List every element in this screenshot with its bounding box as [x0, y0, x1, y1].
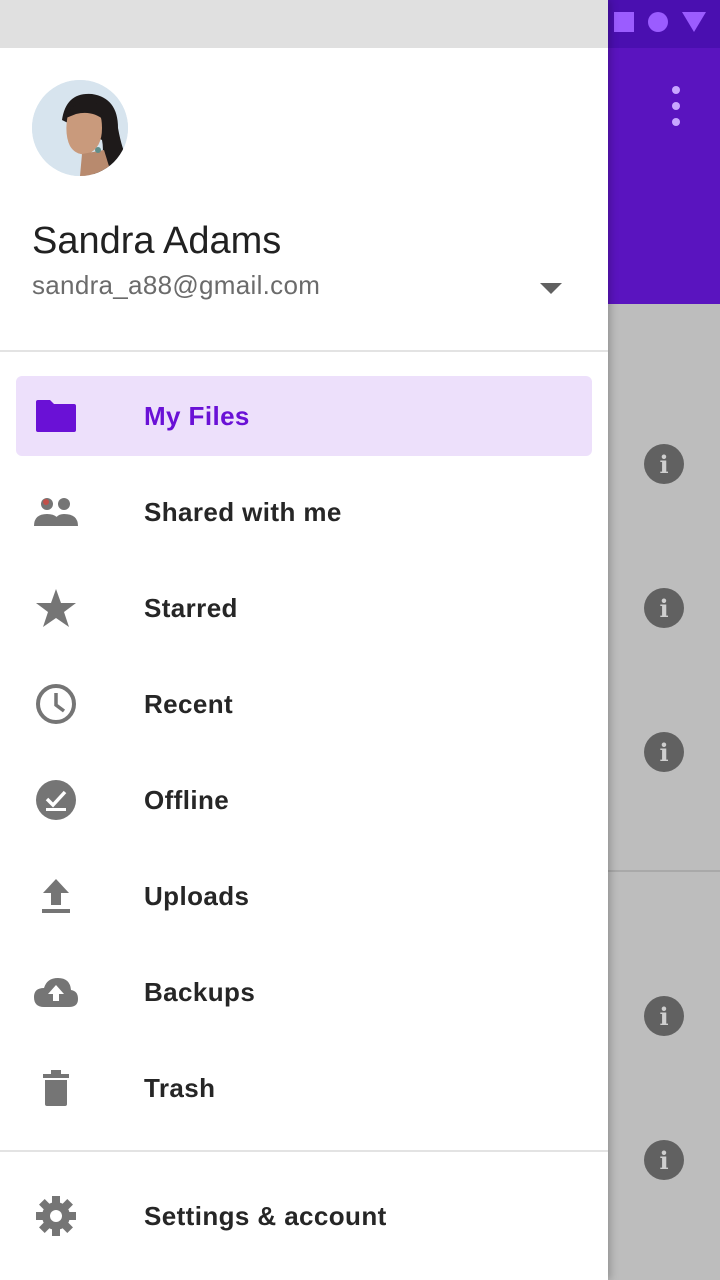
user-name: Sandra Adams	[32, 220, 282, 262]
nav-label: Shared with me	[144, 496, 342, 527]
info-icon[interactable]: i	[644, 588, 684, 628]
drawer-status-bar	[0, 0, 608, 48]
info-icon[interactable]: i	[644, 1140, 684, 1180]
nav-item-trash[interactable]: Trash	[16, 1048, 592, 1128]
nav-item-starred[interactable]: Starred	[16, 568, 592, 648]
nav-item-shared-with-me[interactable]: Shared with me	[16, 472, 592, 552]
nav-item-backups[interactable]: Backups	[16, 952, 592, 1032]
nav-item-my-files[interactable]: My Files	[16, 376, 592, 456]
header-divider	[0, 350, 608, 352]
nav-item-uploads[interactable]: Uploads	[16, 856, 592, 936]
nav-label: Trash	[144, 1072, 216, 1103]
offline-check-icon	[32, 776, 80, 824]
nav-label: Recent	[144, 688, 234, 719]
nav-item-settings-account[interactable]: Settings & account	[16, 1176, 592, 1256]
background-list-divider	[608, 870, 720, 872]
nav-label: Settings & account	[144, 1200, 387, 1231]
nav-label: Starred	[144, 592, 238, 623]
nav-label: Offline	[144, 784, 230, 815]
clock-icon	[32, 680, 80, 728]
people-icon	[32, 488, 80, 536]
circle-status-icon	[648, 12, 668, 32]
account-dropdown-icon[interactable]	[540, 283, 562, 294]
nav-label: Backups	[144, 976, 256, 1007]
info-icon[interactable]: i	[644, 444, 684, 484]
nav-item-recent[interactable]: Recent	[16, 664, 592, 744]
user-email: sandra_a88@gmail.com	[32, 270, 321, 300]
info-icon[interactable]: i	[644, 732, 684, 772]
gear-icon	[32, 1192, 80, 1240]
navigation-drawer: Sandra Adams sandra_a88@gmail.com My Fil…	[0, 0, 608, 1280]
info-icon[interactable]: i	[644, 996, 684, 1036]
trash-icon	[32, 1064, 80, 1112]
triangle-status-icon	[682, 12, 706, 32]
avatar[interactable]	[32, 80, 128, 176]
nav-label: My Files	[144, 400, 250, 431]
overflow-menu-icon[interactable]	[664, 86, 688, 126]
footer-divider	[0, 1150, 608, 1152]
nav-item-offline[interactable]: Offline	[16, 760, 592, 840]
square-status-icon	[614, 12, 634, 32]
star-icon	[32, 584, 80, 632]
cloud-upload-icon	[32, 968, 80, 1016]
nav-label: Uploads	[144, 880, 250, 911]
upload-icon	[32, 872, 80, 920]
folder-icon	[32, 392, 80, 440]
status-icons	[614, 12, 706, 32]
